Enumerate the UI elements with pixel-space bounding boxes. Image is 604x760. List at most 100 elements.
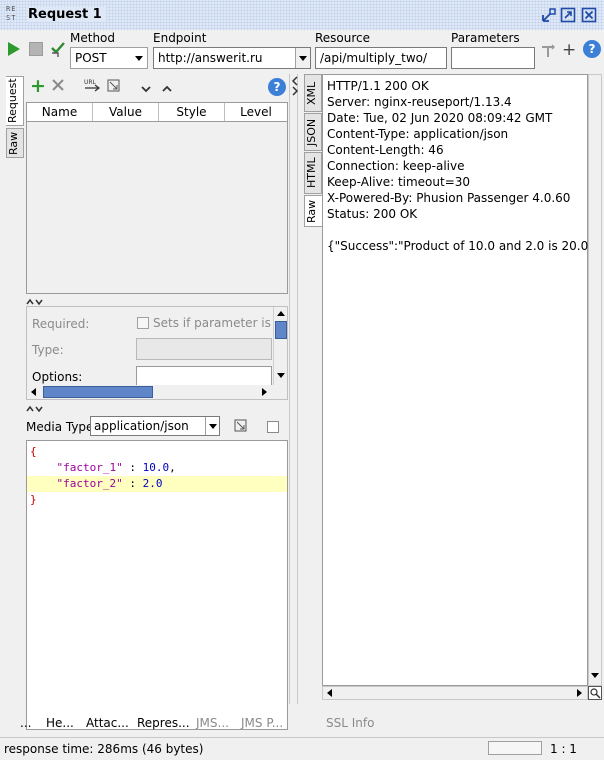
stop-icon[interactable] <box>29 42 43 56</box>
tab-headers[interactable]: He... <box>46 716 74 730</box>
param-detail-vscrollbar[interactable] <box>273 307 287 385</box>
ssl-info-tab[interactable]: SSL Info <box>326 716 374 730</box>
move-icon[interactable] <box>107 79 121 96</box>
media-type-value: application/json <box>94 419 189 433</box>
splitter-arrows-icon[interactable] <box>26 402 46 416</box>
collapse-arrows-icon[interactable] <box>291 76 299 96</box>
media-options-icon[interactable] <box>234 419 248 436</box>
maximize-icon[interactable] <box>560 7 576 23</box>
tab-jms-properties[interactable]: JMS P... <box>241 716 283 730</box>
scroll-down-icon[interactable] <box>591 673 599 678</box>
caret-position: 1 : 1 <box>550 742 577 756</box>
move-up-icon[interactable] <box>162 82 172 96</box>
response-line: Content-Length: 46 <box>327 143 444 157</box>
url-params-icon[interactable]: URL <box>83 78 101 95</box>
response-panel: HTTP/1.1 200 OK Server: nginx-reuseport/1… <box>322 74 602 730</box>
response-viewer[interactable]: HTTP/1.1 200 OK Server: nginx-reuseport/1… <box>322 74 601 686</box>
resource-input[interactable]: /api/multiply_two/ <box>315 47 447 69</box>
tab-raw-request-label: Raw <box>7 131 20 155</box>
options-input[interactable] <box>136 366 272 386</box>
parameters-label: Parameters <box>451 31 520 45</box>
tab-xml[interactable]: XML <box>304 74 322 112</box>
panel-splitter[interactable] <box>290 74 299 704</box>
scroll-left-icon[interactable] <box>31 388 36 396</box>
column-style[interactable]: Style <box>159 103 225 121</box>
tab-html-label: HTML <box>305 157 318 189</box>
response-line: Content-Type: application/json <box>327 127 509 141</box>
tab-request[interactable]: Request <box>6 76 24 126</box>
body-line: { <box>30 445 37 458</box>
svg-text:URL: URL <box>84 79 97 86</box>
hscroll-thumb[interactable] <box>43 386 153 398</box>
response-time: response time: 286ms (46 bytes) <box>4 742 204 756</box>
type-label: Type: <box>32 343 64 357</box>
zoom-icon[interactable] <box>588 686 602 700</box>
tab-jms-headers[interactable]: JMS... <box>196 716 229 730</box>
params-grid-body[interactable] <box>26 122 288 294</box>
column-value[interactable]: Value <box>93 103 159 121</box>
tab-json[interactable]: JSON <box>304 113 322 151</box>
method-select[interactable]: POST <box>70 47 148 69</box>
tab-representations[interactable]: Repres... <box>137 716 190 730</box>
scroll-left-icon[interactable] <box>327 689 332 697</box>
tab-xml-label: XML <box>305 81 318 105</box>
response-line: X-Powered-By: Phusion Passenger 4.0.60 <box>327 191 571 205</box>
request-bottom-tabs: ... He... Attac... Repres... JMS... JMS … <box>20 716 290 732</box>
move-down-icon[interactable] <box>141 83 151 97</box>
tab-more[interactable]: ... <box>20 716 31 730</box>
detach-icon[interactable] <box>541 7 557 23</box>
body-line: } <box>30 493 37 506</box>
type-input[interactable] <box>136 338 272 360</box>
column-level[interactable]: Level <box>225 103 287 121</box>
required-label: Required: <box>32 317 90 331</box>
media-type-label: Media Type <box>26 420 94 434</box>
scroll-thumb[interactable] <box>275 321 287 339</box>
media-dropdown-button[interactable] <box>205 417 219 435</box>
endpoint-select[interactable]: http://answerit.ru <box>153 47 311 69</box>
title-bar: RE ST Request 1 <box>0 0 604 30</box>
template-icon[interactable] <box>541 44 555 61</box>
add-icon[interactable]: + <box>562 42 576 59</box>
params-help-icon[interactable]: ? <box>268 78 286 96</box>
media-type-select[interactable]: application/json <box>90 416 220 436</box>
endpoint-label: Endpoint <box>153 31 207 45</box>
tab-raw-request[interactable]: Raw <box>6 128 24 158</box>
parameters-input[interactable] <box>451 47 535 69</box>
response-line: Connection: keep-alive <box>327 159 465 173</box>
required-checkbox[interactable] <box>137 317 149 329</box>
add-param-icon[interactable]: + <box>30 77 46 96</box>
scroll-up-icon[interactable] <box>277 311 285 316</box>
run-icon[interactable] <box>7 41 21 60</box>
scroll-down-icon[interactable] <box>277 373 285 378</box>
rest-logo: RE ST <box>6 5 17 22</box>
tab-attachments[interactable]: Attac... <box>86 716 129 730</box>
auth-icon[interactable] <box>49 40 67 61</box>
request-panel: + URL ? Name Value Style Level Required:… <box>20 74 290 730</box>
endpoint-dropdown-button[interactable] <box>295 48 310 68</box>
param-detail: Required: Sets if parameter is req Type:… <box>26 306 288 400</box>
window-title: Request 1 <box>28 7 106 22</box>
response-line: Keep-Alive: timeout=30 <box>327 175 471 189</box>
response-hscrollbar[interactable] <box>322 686 588 700</box>
body-line: "factor_1" : 10.0, <box>30 461 176 474</box>
column-name[interactable]: Name <box>27 103 93 121</box>
params-grid-header: Name Value Style Level <box>26 102 288 122</box>
param-detail-hscrollbar[interactable] <box>27 385 273 399</box>
tab-raw-response[interactable]: Raw <box>304 195 322 227</box>
response-line: Date: Tue, 02 Jun 2020 08:09:42 GMT <box>327 111 553 125</box>
post-query-checkbox[interactable] <box>267 421 279 433</box>
body-editor[interactable]: { "factor_1" : 10.0, "factor_2" : 2.0 } <box>26 440 288 730</box>
scroll-right-icon[interactable] <box>577 689 582 697</box>
endpoint-value: http://answerit.ru <box>158 51 263 65</box>
toolbar: Method POST Endpoint http://answerit.ru … <box>0 30 604 72</box>
tab-raw-response-label: Raw <box>305 199 318 223</box>
tab-html[interactable]: HTML <box>304 152 322 194</box>
remove-param-icon[interactable] <box>51 78 65 95</box>
progress-field <box>488 741 542 755</box>
scroll-right-icon[interactable] <box>262 388 267 396</box>
close-icon[interactable] <box>581 7 597 23</box>
help-icon[interactable]: ? <box>583 40 601 58</box>
response-vscrollbar[interactable] <box>588 74 602 686</box>
response-line: Server: nginx-reuseport/1.13.4 <box>327 95 512 109</box>
chevron-down-icon <box>299 56 307 61</box>
